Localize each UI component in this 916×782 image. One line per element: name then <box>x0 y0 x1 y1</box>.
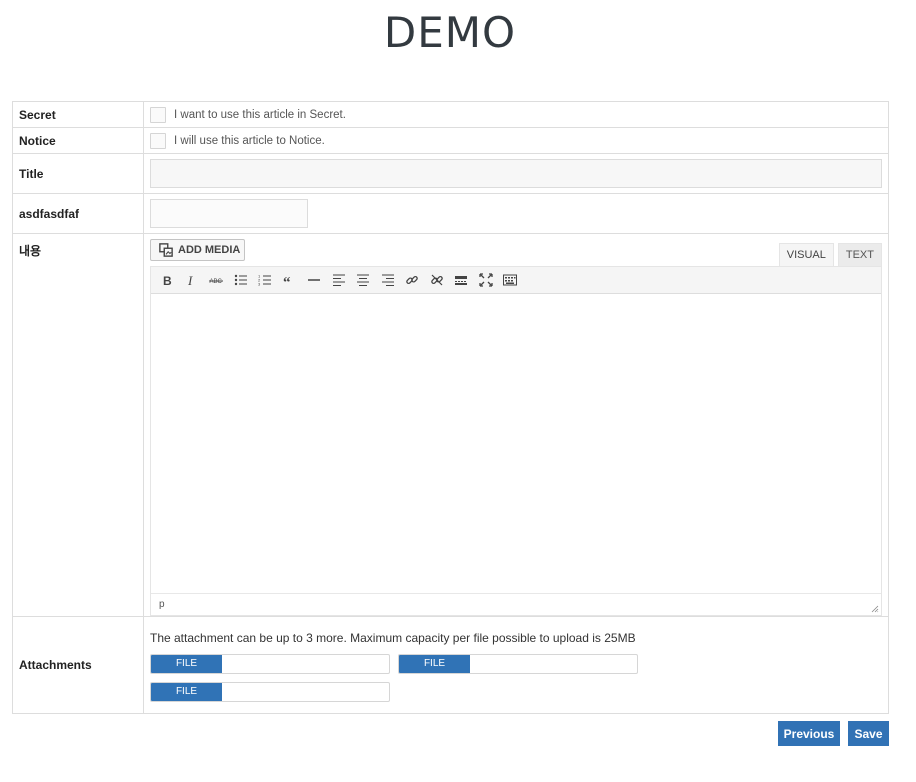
save-button[interactable]: Save <box>848 721 889 746</box>
svg-text:“: “ <box>283 275 291 287</box>
editor-content-area[interactable] <box>151 295 881 593</box>
file-input-3[interactable]: FILE <box>150 681 390 702</box>
secret-checkbox[interactable] <box>150 106 166 123</box>
notice-label: Notice <box>13 128 144 153</box>
file-button[interactable]: FILE <box>151 682 222 701</box>
secret-row: Secret I want to use this article in Sec… <box>13 102 888 128</box>
editor-statusbar: p <box>151 593 881 615</box>
toolbar-toggle-icon[interactable] <box>498 268 523 292</box>
file-button[interactable]: FILE <box>399 654 470 673</box>
notice-row: Notice I will use this article to Notice… <box>13 128 888 154</box>
italic-icon[interactable]: I <box>180 268 205 292</box>
tab-text[interactable]: TEXT <box>837 243 882 266</box>
add-media-label: ADD MEDIA <box>178 244 241 256</box>
editor-box: B I ABC 123 “ p <box>150 266 882 616</box>
align-center-icon[interactable] <box>351 268 376 292</box>
blockquote-icon[interactable]: “ <box>278 268 303 292</box>
editor-toolbar: B I ABC 123 “ <box>151 267 881 294</box>
page-title: DEMO <box>383 8 517 57</box>
content-label: 내용 <box>13 234 144 616</box>
svg-text:3: 3 <box>258 282 261 287</box>
attachments-row: Attachments The attachment can be up to … <box>13 617 888 713</box>
custom-field-label: asdfasdfaf <box>13 194 144 233</box>
align-right-icon[interactable] <box>376 268 401 292</box>
read-more-icon[interactable] <box>449 268 474 292</box>
fullscreen-icon[interactable] <box>474 268 499 292</box>
content-row: 내용 ADD MEDIA VISUAL TEXT B I ABC 1 2 3 “… <box>13 234 888 617</box>
secret-checkbox-label[interactable]: I want to use this article in Secret. <box>174 109 346 121</box>
add-media-button[interactable]: ADD MEDIA <box>150 239 245 261</box>
element-path[interactable]: p <box>159 599 165 610</box>
svg-text:ABC: ABC <box>210 279 223 285</box>
align-left-icon[interactable] <box>327 268 352 292</box>
title-label: Title <box>13 154 144 193</box>
unlink-icon[interactable] <box>425 268 450 292</box>
attachments-label: Attachments <box>13 617 144 713</box>
link-icon[interactable] <box>400 268 425 292</box>
numbered-list-icon[interactable]: 123 <box>253 268 278 292</box>
custom-field-row: asdfasdfaf <box>13 194 888 234</box>
strikethrough-icon[interactable]: ABC <box>204 268 229 292</box>
svg-text:B: B <box>163 274 172 287</box>
bullet-list-icon[interactable] <box>229 268 254 292</box>
title-input[interactable] <box>150 159 882 188</box>
svg-text:I: I <box>187 273 193 287</box>
notice-checkbox[interactable] <box>150 132 166 149</box>
custom-field-input[interactable] <box>150 199 308 228</box>
write-form: Secret I want to use this article in Sec… <box>12 101 889 714</box>
file-button[interactable]: FILE <box>151 654 222 673</box>
bold-icon[interactable]: B <box>155 268 180 292</box>
secret-label: Secret <box>13 102 144 127</box>
editor: ADD MEDIA VISUAL TEXT B I ABC 123 “ p <box>150 234 882 616</box>
title-row: Title <box>13 154 888 194</box>
horizontal-line-icon[interactable] <box>302 268 327 292</box>
attachment-note: The attachment can be up to 3 more. Maxi… <box>150 630 636 645</box>
add-media-icon <box>159 243 173 257</box>
resize-grip-icon[interactable] <box>871 605 879 613</box>
file-input-1[interactable]: FILE <box>150 653 390 674</box>
file-input-2[interactable]: FILE <box>398 653 638 674</box>
previous-button[interactable]: Previous <box>778 721 840 746</box>
notice-checkbox-label[interactable]: I will use this article to Notice. <box>174 135 325 147</box>
tab-visual[interactable]: VISUAL <box>778 243 834 266</box>
